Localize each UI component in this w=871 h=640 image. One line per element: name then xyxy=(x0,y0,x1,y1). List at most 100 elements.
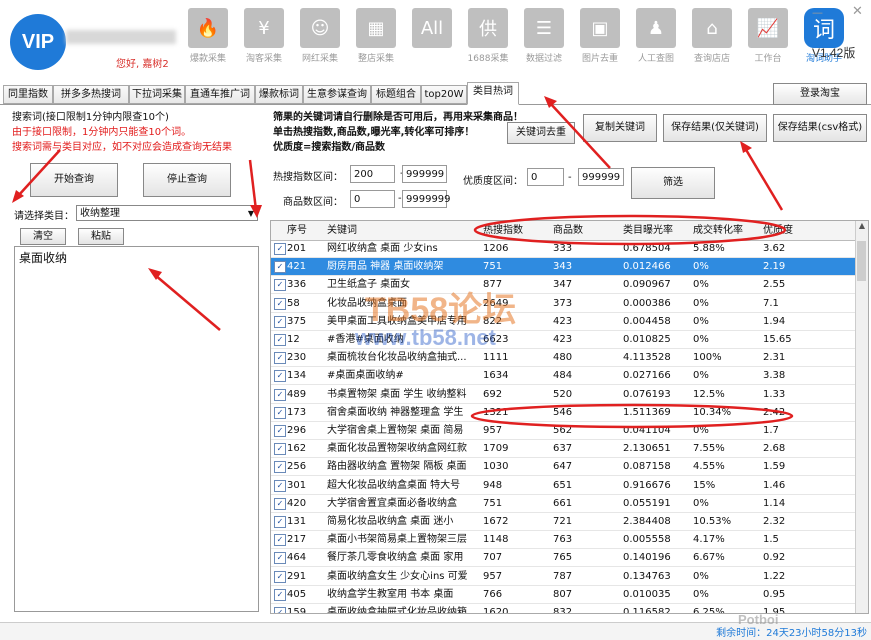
tool-flame[interactable]: 🔥 爆款采集 xyxy=(180,8,236,64)
row-checkbox[interactable]: ✓ xyxy=(274,570,286,583)
column-header[interactable]: 序号 xyxy=(287,221,325,240)
table-row[interactable]: ✓ 134 #桌面桌面收纳# 1634 484 0.027166 0% 3.38 xyxy=(271,367,855,386)
table-cell: 100% xyxy=(693,352,722,364)
row-checkbox[interactable]: ✓ xyxy=(274,261,286,274)
column-header[interactable]: 优质度 xyxy=(763,221,843,240)
quality-min-input[interactable]: 0 xyxy=(527,168,564,186)
paste-button[interactable]: 粘贴 xyxy=(78,228,124,245)
stop-query-button[interactable]: 停止查询 xyxy=(143,163,231,197)
table-row[interactable]: ✓ 201 网红收纳盒 桌面 少女ins 1206 333 0.678504 5.88% 3.… xyxy=(271,240,855,258)
table-row[interactable]: ✓ 301 超大化妆品收纳盒桌面 特大号 948 651 0.916676 15% 1.46 xyxy=(271,477,855,495)
goods-max-input[interactable]: 9999999 xyxy=(402,190,451,208)
table-row[interactable]: ✓ 291 桌面收纳盒女生 少女心ins 可爱 957 787 0.134763 0% 1.2… xyxy=(271,568,855,586)
row-checkbox[interactable]: ✓ xyxy=(274,552,286,565)
column-header[interactable]: 成交转化率 xyxy=(693,221,763,240)
tool-all[interactable]: All xyxy=(404,8,460,51)
row-checkbox[interactable]: ✓ xyxy=(274,588,286,601)
tab-0[interactable]: 同里指数 xyxy=(3,85,53,104)
row-checkbox[interactable]: ✓ xyxy=(274,279,286,292)
tab-5[interactable]: 生意参谋查询 xyxy=(303,85,371,104)
tab-2[interactable]: 下拉词采集 xyxy=(129,85,185,104)
table-row[interactable]: ✓ 464 餐厅茶几零食收纳盒 桌面 家用 707 765 0.140196 6.67% 0.… xyxy=(271,549,855,568)
scroll-thumb[interactable] xyxy=(857,241,866,281)
column-header[interactable]: 商品数 xyxy=(553,221,623,240)
table-row[interactable]: ✓ 12 #香港#桌面收纳 6623 423 0.010825 0% 15.65 xyxy=(271,331,855,349)
table-row[interactable]: ✓ 405 收纳盒学生教室用 书本 桌面 766 807 0.010035 0% 0.95 xyxy=(271,586,855,604)
keyword-textarea[interactable]: 桌面收纳 xyxy=(14,246,259,612)
row-checkbox[interactable]: ✓ xyxy=(274,334,286,346)
tool-image[interactable]: ▣ 图片去重 xyxy=(572,8,628,64)
tool-person[interactable]: ☺ 网红采集 xyxy=(292,8,348,64)
table-row[interactable]: ✓ 336 卫生纸盒子 桌面女 877 347 0.090967 0% 2.55 xyxy=(271,276,855,295)
save-keywords-only-button[interactable]: 保存结果(仅关键词) xyxy=(663,114,767,142)
table-row[interactable]: ✓ 173 宿舍桌面收纳 神器整理盒 学生 1321 546 1.511369 10.34%… xyxy=(271,404,855,422)
dedupe-keywords-button[interactable]: 关键词去重 xyxy=(507,122,575,144)
close-icon[interactable]: ✕ xyxy=(852,4,863,19)
row-checkbox[interactable]: ✓ xyxy=(274,406,286,419)
table-row[interactable]: ✓ 162 桌面化妆品置物架收纳盒网红款 1709 637 2.130651 7.55% 2.… xyxy=(271,440,855,459)
row-checkbox[interactable]: ✓ xyxy=(274,425,286,437)
row-checkbox[interactable]: ✓ xyxy=(274,534,286,547)
tool-grid[interactable]: ▦ 整店采集 xyxy=(348,8,404,64)
row-checkbox[interactable]: ✓ xyxy=(274,461,286,474)
table-cell: 宿舍桌面收纳 神器整理盒 学生 xyxy=(327,406,464,418)
tab-6[interactable]: 标题组合 xyxy=(371,85,421,104)
table-cell: 1321 xyxy=(483,406,509,418)
table-row[interactable]: ✓ 375 美甲桌面工具收纳盒美甲店专用 822 423 0.004458 0% 1.94 xyxy=(271,313,855,331)
tool-filter[interactable]: ☰ 数据过滤 xyxy=(516,8,572,64)
row-checkbox[interactable]: ✓ xyxy=(274,607,286,613)
column-header[interactable]: 热搜指数 xyxy=(483,221,553,240)
table-row[interactable]: ✓ 489 书桌置物架 桌面 学生 收纳整料 692 520 0.076193 12.5% 1… xyxy=(271,386,855,404)
tool-wholesale[interactable]: 供 1688采集 xyxy=(460,8,516,64)
login-taobao-button[interactable]: 登录淘宝 xyxy=(773,83,867,105)
tab-8[interactable]: 类目热词 xyxy=(467,82,519,105)
quality-max-input[interactable]: 999999 xyxy=(578,168,624,186)
tool-worker[interactable]: ♟ 人工查图 xyxy=(628,8,684,64)
row-checkbox[interactable]: ✓ xyxy=(274,479,286,492)
row-checkbox[interactable]: ✓ xyxy=(274,315,286,328)
table-row[interactable]: ✓ 420 大学宿舍置宜桌面必备收纳盒 751 661 0.055191 0% 1.14 xyxy=(271,495,855,513)
table-row[interactable]: ✓ 131 简易化妆品收纳盒 桌面 迷小 1672 721 2.384408 10.53% 2… xyxy=(271,513,855,531)
tab-4[interactable]: 爆款标词 xyxy=(255,85,303,104)
table-cell: 4.55% xyxy=(693,461,725,473)
minimize-icon[interactable]: — xyxy=(812,6,823,19)
row-checkbox[interactable]: ✓ xyxy=(274,297,286,310)
row-checkbox[interactable]: ✓ xyxy=(274,388,286,401)
tab-1[interactable]: 拼多多热搜词 xyxy=(53,85,129,104)
table-cell: 2.130651 xyxy=(623,443,671,455)
table-row[interactable]: ✓ 217 桌面小书架简易桌上置物架三层 1148 763 0.005558 4.17% 1.… xyxy=(271,531,855,550)
table-row[interactable]: ✓ 58 化妆品收纳盒桌面 2649 373 0.000386 0% 7.1 xyxy=(271,295,855,313)
scroll-up-icon[interactable]: ▲ xyxy=(856,221,868,235)
table-cell: 0.95 xyxy=(763,588,786,600)
tool-shop[interactable]: ⌂ 查询店店 xyxy=(684,8,740,64)
copy-keywords-button[interactable]: 复制关键词 xyxy=(583,114,657,142)
tab-7[interactable]: top20W xyxy=(421,85,467,104)
table-scrollbar[interactable]: ▲ xyxy=(855,221,868,613)
table-row[interactable]: ✓ 421 厨房用品 神器 桌面收纳架 751 343 0.012466 0% 2.19 xyxy=(271,258,855,277)
filter-button[interactable]: 筛选 xyxy=(631,167,715,199)
table-row[interactable]: ✓ 230 桌面梳妆台化妆品收纳盒抽式... 1111 480 4.113528 100% 2… xyxy=(271,349,855,368)
table-row[interactable]: ✓ 256 路由器收纳盒 置物架 隔板 桌面 1030 647 0.087158 4.55%… xyxy=(271,458,855,477)
clear-button[interactable]: 清空 xyxy=(20,228,66,245)
row-checkbox[interactable]: ✓ xyxy=(274,370,286,383)
start-query-button[interactable]: 开始查询 xyxy=(30,163,118,197)
tool-chart[interactable]: 📈 工作台 xyxy=(740,8,796,64)
column-header[interactable]: 类目曝光率 xyxy=(623,221,693,240)
row-checkbox[interactable]: ✓ xyxy=(274,497,286,510)
tab-3[interactable]: 直通车推广词 xyxy=(185,85,255,104)
tool-yen[interactable]: ¥ 淘客采集 xyxy=(236,8,292,64)
wholesale-icon: 供 xyxy=(468,8,508,48)
table-row[interactable]: ✓ 296 大学宿舍桌上置物架 桌面 简易 957 562 0.041104 0% 1.7 xyxy=(271,422,855,440)
save-csv-button[interactable]: 保存结果(csv格式) xyxy=(773,114,867,142)
column-header[interactable]: 关键词 xyxy=(327,221,477,240)
hot-max-input[interactable]: 999999 xyxy=(402,165,447,183)
goods-min-input[interactable]: 0 xyxy=(350,190,395,208)
row-checkbox[interactable]: ✓ xyxy=(274,352,286,365)
hot-min-input[interactable]: 200 xyxy=(350,165,395,183)
row-checkbox[interactable]: ✓ xyxy=(274,443,286,456)
table-cell: 1.5 xyxy=(763,534,779,546)
row-checkbox[interactable]: ✓ xyxy=(274,243,286,255)
row-checkbox[interactable]: ✓ xyxy=(274,516,286,528)
table-row[interactable]: ✓ 159 桌面收纳盒抽屉式化妆品收纳箱 1620 832 0.116582 6.25% 1.… xyxy=(271,604,855,613)
category-select[interactable]: 收纳整理 ▼ xyxy=(76,205,258,221)
